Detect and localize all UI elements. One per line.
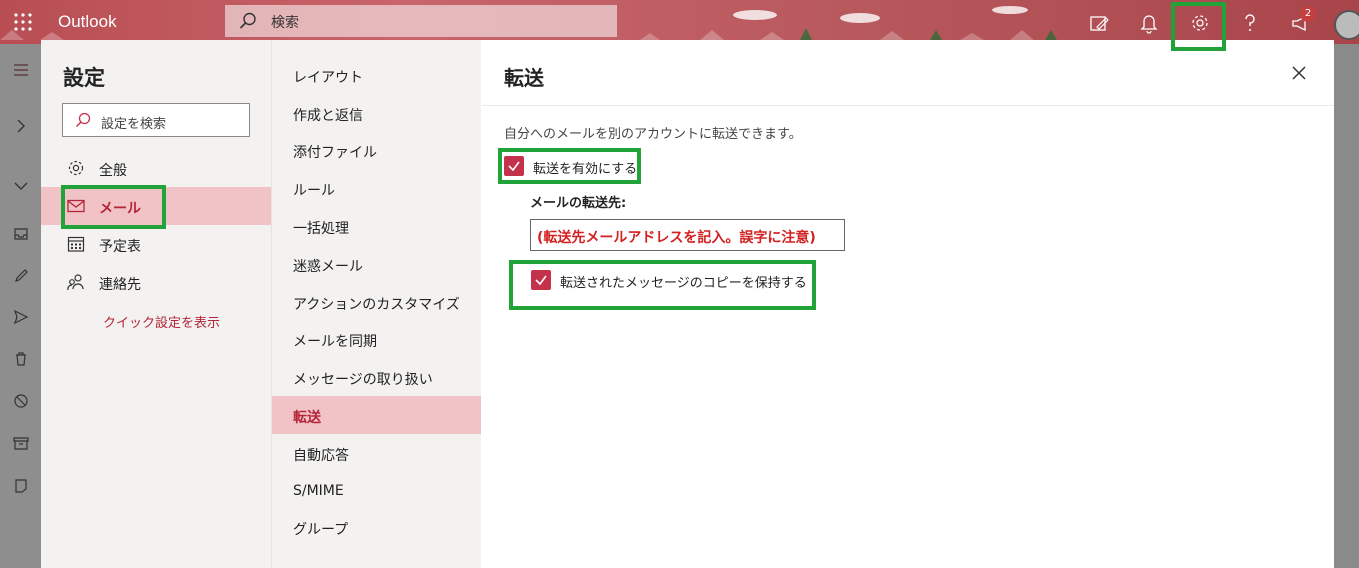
subnav-rules[interactable]: ルール — [272, 169, 481, 207]
mail-search-input[interactable]: 検索 — [225, 5, 617, 37]
category-label: 連絡先 — [99, 277, 141, 293]
subnav-label: 一括処理 — [293, 221, 349, 237]
category-label: 予定表 — [99, 239, 141, 255]
settings-category-nav: 設定 設定を検索 全般 メール 予定表 連絡先 クイック設定を表示 — [41, 40, 271, 568]
highlight-mail-category — [61, 185, 166, 229]
subnav-label: グループ — [293, 522, 349, 538]
forward-address-input[interactable]: (転送先メールアドレスを記入。誤字に注意) — [530, 219, 845, 251]
subnav-label: ルール — [293, 183, 335, 199]
archive-icon[interactable] — [13, 435, 29, 451]
subnav-auto-replies[interactable]: 自動応答 — [272, 434, 481, 472]
settings-search-input[interactable]: 設定を検索 — [62, 103, 250, 137]
settings-title: 設定 — [63, 66, 105, 90]
quick-settings-link[interactable]: クイック設定を表示 — [103, 312, 220, 331]
subnav-groups[interactable]: グループ — [272, 508, 481, 546]
subnav-message-handling[interactable]: メッセージの取り扱い — [272, 358, 481, 396]
gear-icon — [68, 160, 84, 176]
calendar-icon — [67, 236, 85, 252]
note-icon[interactable] — [13, 478, 29, 494]
search-placeholder: 検索 — [271, 15, 299, 31]
close-icon[interactable] — [1290, 64, 1308, 82]
chevron-right-icon[interactable] — [13, 118, 29, 134]
search-icon — [76, 112, 91, 127]
subnav-label: 転送 — [293, 410, 321, 426]
trash-icon[interactable] — [13, 351, 29, 367]
my-day-icon[interactable] — [1088, 12, 1110, 34]
category-calendar[interactable]: 予定表 — [41, 225, 271, 263]
pencil-icon[interactable] — [13, 268, 29, 284]
divider — [482, 105, 1334, 106]
top-bar: Outlook 検索 2 — [0, 0, 1359, 44]
highlight-enable-forwarding — [498, 148, 641, 184]
subnav-sync[interactable]: メールを同期 — [272, 320, 481, 358]
subnav-label: 添付ファイル — [293, 145, 377, 161]
app-title[interactable]: Outlook — [58, 12, 117, 32]
forward-to-label: メールの転送先: — [530, 196, 627, 211]
category-label: 全般 — [99, 163, 127, 179]
subnav-junk[interactable]: 迷惑メール — [272, 245, 481, 283]
forward-address-value: (転送先メールアドレスを記入。誤字に注意) — [537, 230, 816, 246]
subnav-label: 自動応答 — [293, 448, 349, 464]
send-icon[interactable] — [13, 309, 29, 325]
app-launcher-icon[interactable] — [14, 13, 32, 31]
forwarding-description: 自分へのメールを別のアカウントに転送できます。 — [504, 127, 802, 142]
inbox-icon[interactable] — [13, 226, 29, 242]
subnav-layout[interactable]: レイアウト — [272, 56, 481, 94]
subnav-label: 作成と返信 — [293, 108, 363, 124]
people-icon — [67, 274, 84, 291]
notification-badge: 2 — [1300, 6, 1316, 22]
subnav-label: 迷惑メール — [293, 259, 363, 275]
chevron-down-icon[interactable] — [13, 178, 29, 194]
subnav-label: S/MIME — [293, 483, 344, 499]
help-icon[interactable] — [1239, 12, 1261, 34]
block-icon[interactable] — [13, 393, 29, 409]
search-icon — [239, 12, 256, 29]
left-rail — [0, 44, 41, 568]
highlight-keep-copy — [509, 260, 816, 310]
subnav-smime[interactable]: S/MIME — [272, 472, 481, 510]
bell-icon[interactable] — [1138, 12, 1160, 34]
subnav-label: メッセージの取り扱い — [293, 372, 433, 388]
subnav-label: レイアウト — [293, 70, 363, 86]
subnav-forwarding[interactable]: 転送 — [272, 396, 481, 434]
subnav-attachments[interactable]: 添付ファイル — [272, 131, 481, 169]
settings-search-placeholder: 設定を検索 — [101, 117, 167, 132]
subnav-label: メールを同期 — [293, 334, 377, 350]
subnav-label: アクションのカスタマイズ — [293, 297, 460, 313]
category-people[interactable]: 連絡先 — [41, 263, 271, 301]
mail-settings-nav: レイアウト 作成と返信 添付ファイル ルール 一括処理 迷惑メール アクションの… — [271, 40, 481, 568]
page-title: 転送 — [504, 66, 544, 90]
subnav-customize-actions[interactable]: アクションのカスタマイズ — [272, 283, 481, 321]
avatar[interactable] — [1334, 10, 1359, 40]
highlight-settings-gear — [1171, 2, 1226, 51]
hamburger-icon[interactable] — [13, 62, 29, 78]
subnav-compose[interactable]: 作成と返信 — [272, 94, 481, 132]
category-general[interactable]: 全般 — [41, 149, 271, 187]
subnav-sweep[interactable]: 一括処理 — [272, 207, 481, 245]
